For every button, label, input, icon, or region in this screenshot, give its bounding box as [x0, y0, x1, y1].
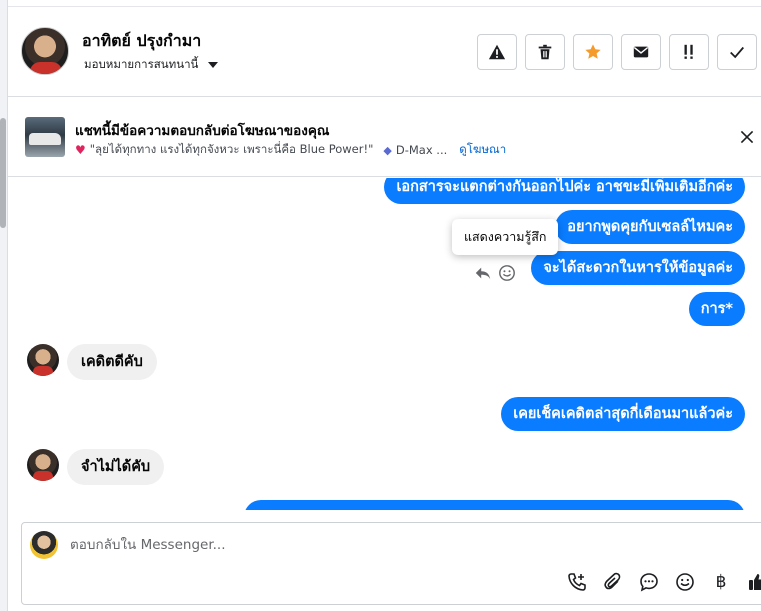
emoji-button[interactable]	[673, 570, 697, 594]
message-bubble-outgoing[interactable]: เคยเช็คเคดิตล่าสุดกี่เดือนมาแล้วค่ะ	[501, 397, 745, 431]
left-scrollbar-thumb[interactable]	[0, 118, 6, 228]
close-icon	[740, 130, 754, 144]
baht-icon: ฿	[715, 572, 727, 592]
left-scroll-strip	[0, 0, 8, 611]
message-bubble-outgoing[interactable]: การ*	[688, 292, 745, 326]
message-bubble-outgoing[interactable]: อยากพูดคุยกับเซลล์ไหมคะ	[555, 210, 745, 244]
contact-avatar-small	[27, 344, 59, 376]
follow-up-button[interactable]	[669, 34, 709, 70]
contact-avatar-small	[27, 449, 59, 481]
delete-button[interactable]	[525, 34, 565, 70]
assign-label: มอบหมายการสนทนานี้	[84, 57, 199, 71]
warning-icon	[488, 44, 506, 60]
header-actions	[477, 34, 757, 70]
call-button[interactable]	[565, 570, 589, 594]
star-icon	[585, 44, 601, 59]
contact-avatar[interactable]	[21, 27, 69, 75]
car-icon: ◆	[383, 143, 392, 157]
ad-reply-banner: แชทนี้มีข้อความตอบกลับต่อโฆษณาของคุณ ♥ "…	[8, 97, 761, 177]
mark-unread-button[interactable]	[621, 34, 661, 70]
message-bubble-incoming[interactable]: จำไม่ได้คับ	[67, 449, 165, 485]
view-ad-link[interactable]: ดูโฆษณา	[459, 141, 506, 159]
page-avatar	[30, 531, 58, 559]
reply-icon[interactable]	[474, 264, 492, 282]
ad-banner-details: ♥ "ลุยได้ทุกทาง แรงได้ทุกจังหวะ เพราะนี่…	[75, 141, 506, 159]
report-spam-button[interactable]	[477, 34, 517, 70]
saved-replies-button[interactable]	[637, 570, 661, 594]
reaction-tooltip: แสดงความรู้สึก	[452, 219, 559, 255]
mark-done-button[interactable]	[717, 34, 757, 70]
ad-thumbnail[interactable]	[25, 117, 65, 157]
star-button[interactable]	[573, 34, 613, 70]
heart-arrow-icon: ♥	[75, 143, 86, 157]
thumbs-up-icon	[749, 574, 761, 590]
contact-name[interactable]: อาทิตย์ ปรุงกำมา	[82, 29, 201, 54]
trash-icon	[538, 44, 552, 60]
ad-text: "ลุยได้ทุกทาง แรงได้ทุกจังหวะ เพราะนี่คื…	[89, 142, 374, 156]
check-icon	[730, 46, 744, 59]
like-button[interactable]	[745, 570, 761, 594]
ad-product: D-Max ...	[395, 143, 448, 157]
composer-toolbar: ฿	[565, 570, 761, 594]
chevron-down-icon	[208, 62, 219, 68]
reply-composer: ฿	[21, 522, 761, 605]
message-thread[interactable]: เอกสารจะแตกต่างกันออกไปค่ะ อาชขะมีเพิ่มเ…	[8, 178, 761, 510]
assign-conversation-dropdown[interactable]: มอบหมายการสนทนานี้	[84, 56, 219, 74]
phone-plus-icon	[568, 573, 586, 591]
reply-input[interactable]	[70, 537, 670, 553]
message-bubble-outgoing-partial[interactable]	[244, 500, 745, 510]
important-icon	[684, 44, 693, 59]
envelope-icon	[633, 46, 649, 58]
message-bubble-incoming[interactable]: เคดิตดีคับ	[67, 344, 157, 380]
chat-dots-icon	[640, 573, 658, 592]
message-hover-tools	[474, 264, 516, 282]
ad-banner-title: แชทนี้มีข้อความตอบกลับต่อโฆษณาของคุณ	[75, 123, 330, 139]
close-banner-button[interactable]	[737, 127, 757, 147]
smiley-icon	[676, 573, 694, 591]
message-bubble-outgoing[interactable]: จะได้สะดวกในหารให้ข้อมูลค่ะ	[531, 251, 745, 285]
conversation-header: อาทิตย์ ปรุงกำมา มอบหมายการสนทนานี้	[8, 7, 761, 97]
paperclip-icon	[604, 572, 621, 590]
attach-button[interactable]	[601, 570, 625, 594]
message-bubble-outgoing[interactable]: เอกสารจะแตกต่างกันออกไปค่ะ อาชขะมีเพิ่มเ…	[384, 178, 745, 204]
smiley-icon[interactable]	[498, 264, 516, 282]
payment-button[interactable]: ฿	[709, 570, 733, 594]
